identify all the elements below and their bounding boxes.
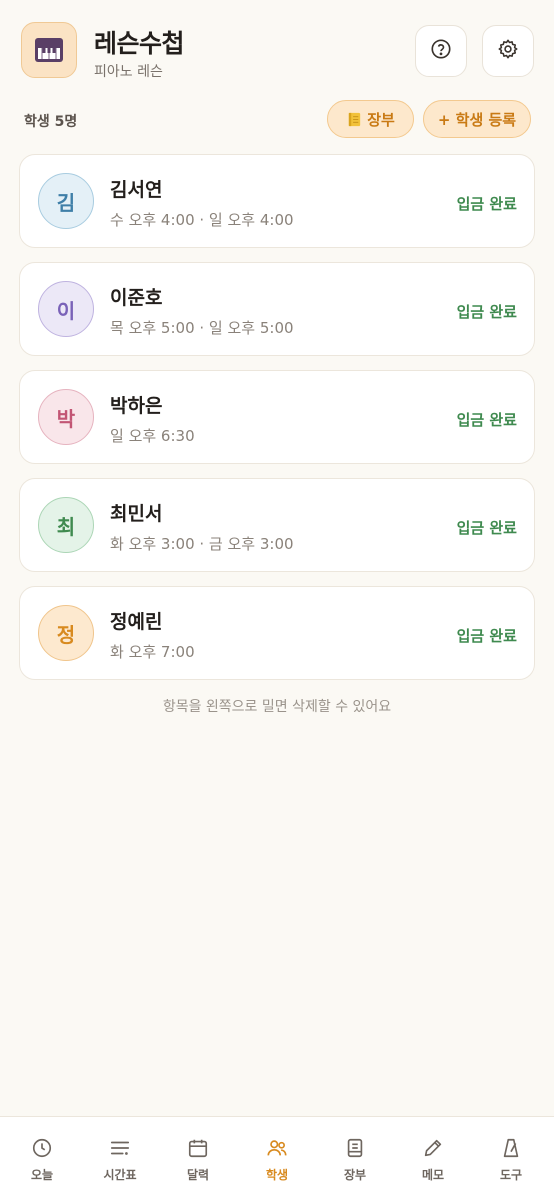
student-card[interactable]: 이 이준호목 오후 5:00 · 일 오후 5:00 입금 완료 xyxy=(19,262,535,356)
metronome-icon xyxy=(500,1136,522,1160)
tab-ledger[interactable]: 장부 xyxy=(316,1117,394,1200)
notebook-icon xyxy=(346,111,363,128)
student-name: 김서연 xyxy=(110,179,163,201)
student-avatar: 이 xyxy=(38,281,94,337)
tab-memo[interactable]: 메모 xyxy=(394,1117,472,1200)
list-icon xyxy=(109,1136,131,1160)
settings-button[interactable] xyxy=(482,25,534,77)
clock-icon xyxy=(31,1136,53,1160)
payment-status: 입금 완료 xyxy=(456,411,517,429)
student-name: 이준호 xyxy=(110,287,163,309)
book-icon xyxy=(344,1136,366,1160)
tab-label: 학생 xyxy=(265,1168,289,1182)
student-schedule: 수 오후 4:00 · 일 오후 4:00 xyxy=(110,211,294,229)
student-card[interactable]: 김 김서연수 오후 4:00 · 일 오후 4:00 입금 완료 xyxy=(19,154,535,248)
student-avatar: 최 xyxy=(38,497,94,553)
student-schedule: 목 오후 5:00 · 일 오후 5:00 xyxy=(110,319,294,337)
tab-label: 장부 xyxy=(343,1168,367,1182)
payment-status: 입금 완료 xyxy=(456,627,517,645)
tab-label: 오늘 xyxy=(30,1168,54,1182)
payment-status: 입금 완료 xyxy=(456,303,517,321)
ledger-button-label: 장부 xyxy=(367,110,395,129)
pencil-icon xyxy=(422,1136,444,1160)
tab-calendar[interactable]: 달력 xyxy=(159,1117,237,1200)
tab-tools[interactable]: 도구 xyxy=(472,1117,550,1200)
student-name: 박하은 xyxy=(110,395,163,417)
student-avatar: 김 xyxy=(38,173,94,229)
gear-icon xyxy=(497,38,519,64)
tab-label: 달력 xyxy=(186,1168,210,1182)
calendar-icon xyxy=(187,1136,209,1160)
payment-status: 입금 완료 xyxy=(456,519,517,537)
student-avatar: 박 xyxy=(38,389,94,445)
tab-label: 시간표 xyxy=(103,1168,137,1182)
student-schedule: 화 오후 3:00 · 금 오후 3:00 xyxy=(110,535,294,553)
student-avatar: 정 xyxy=(38,605,94,661)
student-name: 최민서 xyxy=(110,503,163,525)
app-header: 레슨수첩 피아노 레슨 xyxy=(0,0,554,100)
app-title: 레슨수첩 xyxy=(94,29,185,58)
ledger-button[interactable]: 장부 xyxy=(327,100,414,138)
student-card[interactable]: 정 정예린화 오후 7:00 입금 완료 xyxy=(19,586,535,680)
swipe-hint: 항목을 왼쪽으로 밀면 삭제할 수 있어요 xyxy=(162,699,392,715)
bottom-tab-bar: 오늘 시간표 달력 학생 장부 메모 도구 xyxy=(0,1116,554,1200)
student-card[interactable]: 박 박하은일 오후 6:30 입금 완료 xyxy=(19,370,535,464)
help-button[interactable] xyxy=(415,25,467,77)
app-subtitle: 피아노 레슨 xyxy=(94,64,163,80)
student-schedule: 화 오후 7:00 xyxy=(110,643,195,661)
tab-timetable[interactable]: 시간표 xyxy=(81,1117,159,1200)
student-name: 정예린 xyxy=(110,611,163,633)
register-student-label: + 학생 등록 xyxy=(437,110,517,129)
student-card[interactable]: 최 최민서화 오후 3:00 · 금 오후 3:00 입금 완료 xyxy=(19,478,535,572)
student-count: 학생 5명 xyxy=(24,114,78,130)
tab-label: 도구 xyxy=(499,1168,523,1182)
users-icon xyxy=(266,1136,288,1160)
help-circle-icon xyxy=(430,38,452,64)
register-student-button[interactable]: + 학생 등록 xyxy=(423,100,531,138)
tab-label: 메모 xyxy=(421,1168,445,1182)
tab-students[interactable]: 학생 xyxy=(238,1117,316,1200)
piano-keys-icon xyxy=(21,22,77,78)
student-schedule: 일 오후 6:30 xyxy=(110,427,195,445)
tab-today[interactable]: 오늘 xyxy=(3,1117,81,1200)
payment-status: 입금 완료 xyxy=(456,195,517,213)
